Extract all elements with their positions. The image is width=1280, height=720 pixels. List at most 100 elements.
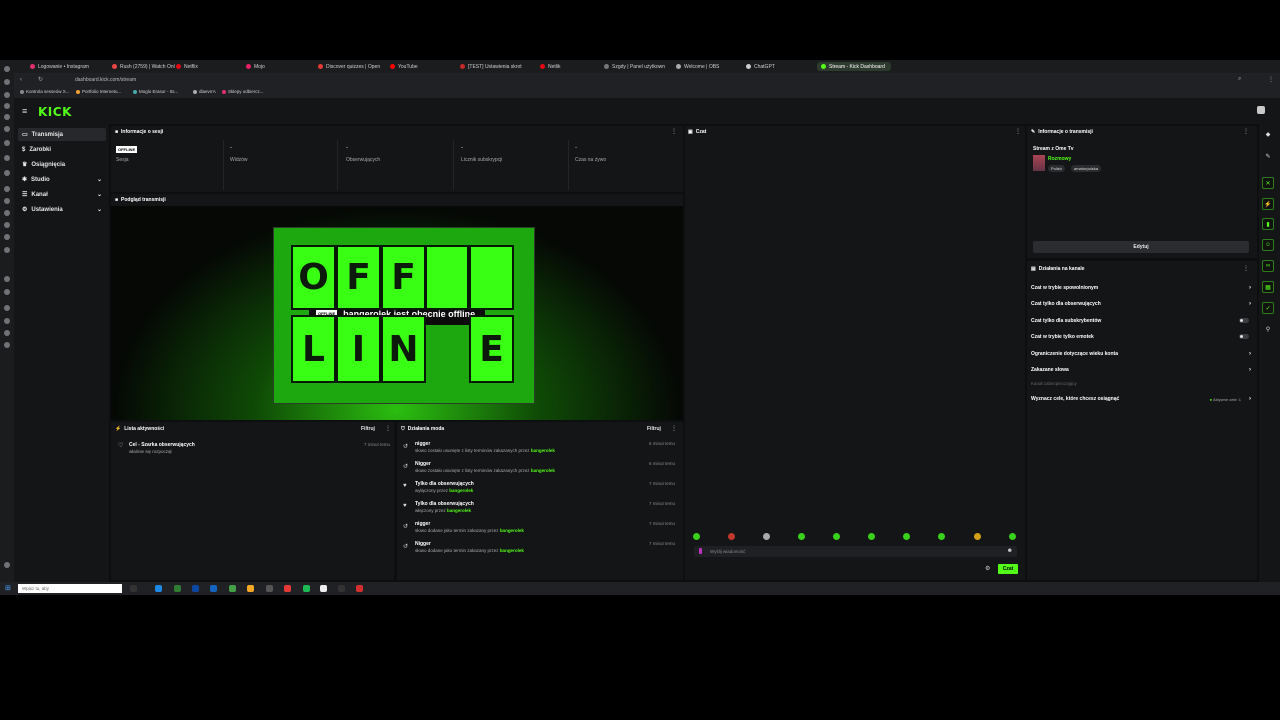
rail-icon[interactable] [4, 247, 10, 253]
browser-tab[interactable]: Logowanie • Instagram [30, 62, 102, 71]
emote-icon[interactable] [728, 533, 735, 540]
mod-item-user[interactable]: bangerolek [500, 548, 524, 553]
rail-icon[interactable] [4, 140, 10, 146]
rail-icon[interactable] [4, 103, 10, 109]
right-rail-icon[interactable]: ▦ [1262, 281, 1274, 293]
right-rail-icon[interactable]: ▮ [1262, 218, 1274, 230]
edit-stream-button[interactable]: Edytuj [1033, 241, 1249, 253]
activity-item[interactable]: ♡ Cel - Szarka obserwujących właśnie się r… [118, 442, 390, 458]
stream-tag-1[interactable]: Polish [1048, 165, 1065, 172]
toggle-switch[interactable] [1239, 318, 1249, 323]
rail-icon[interactable] [4, 66, 10, 72]
mod-action-item[interactable]: ↺ Nigger słowo dodane jako termin zakazany… [403, 541, 675, 557]
back-icon[interactable]: ‹ [20, 77, 22, 83]
chat-send-button[interactable]: Czat [998, 564, 1018, 574]
emote-icon[interactable] [903, 533, 910, 540]
rail-icon[interactable] [4, 210, 10, 216]
channel-action[interactable]: Ograniczenie dotyczące wieku konta › [1031, 351, 1251, 357]
taskbar-app-icon[interactable] [155, 585, 162, 592]
rail-icon[interactable] [4, 289, 10, 295]
channel-action[interactable]: Czat tylko dla subskrybentów [1031, 318, 1251, 324]
windows-start-icon[interactable]: ⊞ [5, 584, 11, 592]
chat-input[interactable]: Wyślij wiadomość ☻ [694, 546, 1017, 557]
bookmark-item[interactable]: dlaevrrA [193, 89, 216, 94]
taskbar-app-icon[interactable] [266, 585, 273, 592]
zoom-icon[interactable]: ⌕ [1238, 76, 1241, 83]
mod-action-item[interactable]: ↺ nigger słowo dodane jako termin zakazany… [403, 521, 675, 537]
kick-logo[interactable]: KICK [38, 105, 72, 119]
goal-action[interactable]: Wyznacz cele, które chcesz osiągnąć ● Ak… [1031, 396, 1251, 402]
taskbar-app-icon[interactable] [303, 585, 310, 592]
session-more-icon[interactable]: ⋮ [671, 128, 677, 135]
rail-icon[interactable] [4, 305, 10, 311]
mod-action-item[interactable]: ♥ Tylko dla obserwujących wyłączony przez … [403, 481, 675, 497]
taskbar-app-icon[interactable] [210, 585, 217, 592]
rail-icon[interactable] [4, 170, 10, 176]
toggle-switch[interactable] [1239, 334, 1249, 339]
stream-category[interactable]: Rozmowy [1048, 156, 1071, 162]
channel-action[interactable]: Czat w trybie spowolnionym › [1031, 285, 1251, 291]
channel-action[interactable]: Czat w trybie tylko emotek [1031, 334, 1251, 340]
emote-icon[interactable] [693, 533, 700, 540]
mod-item-user[interactable]: bangerolek [447, 508, 471, 513]
browser-tab[interactable]: Mojo [246, 62, 318, 71]
right-rail-icon[interactable]: ✕ [1262, 177, 1274, 189]
right-rail-icon[interactable]: ✎ [1262, 150, 1274, 162]
sidebar-item-1[interactable]: $ Zarobki [18, 143, 106, 156]
rail-icon[interactable] [4, 155, 10, 161]
rail-icon[interactable] [4, 276, 10, 282]
chat-settings-icon[interactable]: ⚙ [985, 565, 990, 572]
rail-icon[interactable] [4, 126, 10, 132]
activity-filter-button[interactable]: Filtruj [361, 426, 375, 432]
taskbar-app-icon[interactable] [174, 585, 181, 592]
emote-icon[interactable] [833, 533, 840, 540]
taskbar-app-icon[interactable] [229, 585, 236, 592]
browser-tab[interactable]: ChatGPT [746, 62, 818, 71]
sidebar-item-2[interactable]: ♛ Osiągnięcia [18, 158, 106, 171]
rail-icon[interactable] [4, 186, 10, 192]
emote-icon[interactable] [868, 533, 875, 540]
sidebar-item-4[interactable]: ☰ Kanał ⌄ [18, 188, 106, 201]
mod-action-item[interactable]: ♥ Tylko dla obserwujących włączony przez b… [403, 501, 675, 517]
rail-icon[interactable] [4, 198, 10, 204]
emote-icon[interactable] [938, 533, 945, 540]
mod-item-user[interactable]: bangerolek [531, 448, 555, 453]
taskbar-app-icon[interactable] [247, 585, 254, 592]
bookmark-item[interactable]: Sklepy odbiercz... [222, 89, 264, 94]
mod-item-user[interactable]: bangerolek [449, 488, 473, 493]
bookmark-item[interactable]: Kontrola sesseów X... [20, 89, 70, 94]
rail-icon[interactable] [4, 222, 10, 228]
mod-action-item[interactable]: ↺ Nigger słowo zostało usunięte z listy te… [403, 461, 675, 477]
channel-action[interactable]: Zakazane słowa › [1031, 367, 1251, 373]
browser-tab[interactable]: YouTube [390, 62, 462, 71]
emote-icon[interactable] [974, 533, 981, 540]
menu-icon[interactable]: ⋮ [1268, 76, 1274, 83]
rail-icon[interactable] [4, 114, 10, 120]
browser-tab[interactable]: [TEST] Ustawienia skrot [460, 62, 532, 71]
taskbar-app-icon[interactable] [130, 585, 137, 592]
taskbar-app-icon[interactable] [338, 585, 345, 592]
emote-icon[interactable] [1009, 533, 1016, 540]
browser-tab[interactable]: Discover quizzes | Open [318, 62, 390, 71]
browser-tab[interactable]: Szgdy | Panel użytkown [604, 62, 676, 71]
taskbar-app-icon[interactable] [192, 585, 199, 592]
mod-action-item[interactable]: ↺ nigger słowo zostało usunięte z listy te… [403, 441, 675, 457]
reload-icon[interactable]: ↻ [38, 76, 43, 83]
taskbar-search[interactable]: Wpisz tu, aby [18, 584, 122, 593]
rail-icon[interactable] [4, 562, 10, 568]
rail-icon[interactable] [4, 318, 10, 324]
mod-filter-button[interactable]: Filtruj [647, 426, 661, 432]
chat-more-icon[interactable]: ⋮ [1015, 128, 1021, 135]
right-rail-icon[interactable]: ⚡ [1262, 198, 1274, 210]
taskbar-app-icon[interactable] [284, 585, 291, 592]
browser-tab[interactable]: Stream - Kick Dashboard [817, 62, 891, 71]
channel-more-icon[interactable]: ⋮ [1243, 265, 1249, 272]
rail-icon[interactable] [4, 234, 10, 240]
stream-info-more-icon[interactable]: ⋮ [1243, 128, 1249, 135]
hamburger-icon[interactable]: ≡ [22, 106, 27, 116]
sidebar-item-5[interactable]: ⚙ Ustawienia ⌄ [18, 203, 106, 216]
sidebar-item-3[interactable]: ✱ Studio ⌄ [18, 173, 106, 186]
right-rail-icon[interactable]: ✓ [1262, 302, 1274, 314]
mod-more-icon[interactable]: ⋮ [671, 425, 677, 432]
rail-icon[interactable] [4, 342, 10, 348]
